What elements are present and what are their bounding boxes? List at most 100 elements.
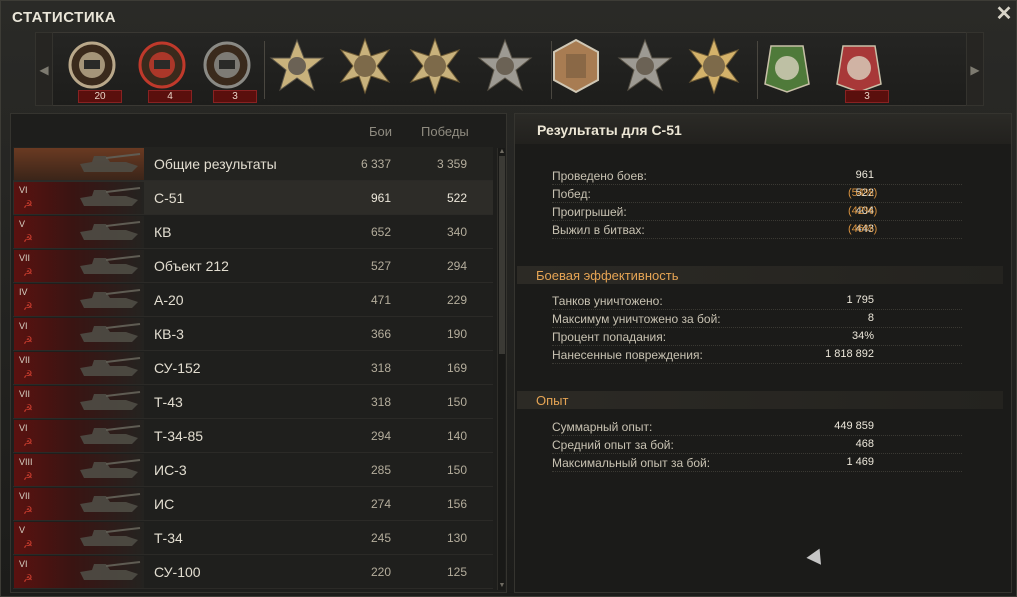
tier-label: VII xyxy=(19,253,31,263)
vehicle-name: КВ xyxy=(154,224,172,240)
battles-count: 318 xyxy=(370,361,391,375)
vehicle-row[interactable]: VII ☭ СУ-152 318 169 xyxy=(13,351,493,385)
vehicle-name: ИС xyxy=(154,496,175,512)
stat-label: Проведено боев: xyxy=(552,169,647,183)
banner-medal-icon[interactable]: 4 xyxy=(132,35,192,103)
vehicle-row[interactable]: VI ☭ КВ-3 366 190 xyxy=(13,317,493,351)
medal-group-divider xyxy=(757,41,758,99)
stat-row: Максимальный опыт за бой: 1 469 xyxy=(552,454,962,472)
vehicle-name: Общие результаты xyxy=(154,156,277,172)
stat-value: 34% xyxy=(851,330,874,342)
vehicle-row[interactable]: V ☭ Т-34 245 130 xyxy=(13,521,493,555)
tank-thumbnail-icon: VII ☭ xyxy=(14,488,144,520)
ussr-nation-icon: ☭ xyxy=(23,403,33,415)
battles-count: 285 xyxy=(370,463,391,477)
wins-count: 140 xyxy=(446,429,467,443)
vehicle-row[interactable]: VI ☭ Т-34-85 294 140 xyxy=(13,419,493,453)
vehicles-list: Общие результаты 6 337 3 359 VI ☭ С-51 961 522 V… xyxy=(13,147,493,592)
vehicle-row[interactable]: VII ☭ Объект 212 527 294 xyxy=(13,249,493,283)
stat-label: Максимум уничтожено за бой: xyxy=(552,312,721,326)
scroll-up-icon[interactable]: ▲ xyxy=(498,148,506,156)
tank-thumbnail-icon: VII ☭ xyxy=(14,250,144,282)
ussr-nation-icon: ☭ xyxy=(23,437,33,449)
vehicle-row[interactable]: IV ☭ А-20 471 229 xyxy=(13,283,493,317)
stat-percent: (42%) xyxy=(848,205,878,217)
tier-label: V xyxy=(19,219,26,229)
silver-star-medal-icon[interactable] xyxy=(475,35,535,103)
vehicle-name: Объект 212 xyxy=(154,258,229,274)
battles-count: 6 337 xyxy=(360,157,391,171)
gold-star-portrait-medal-icon[interactable] xyxy=(684,35,744,103)
ussr-nation-icon: ☭ xyxy=(23,505,33,517)
stat-row: Нанесенные повреждения: 1 818 892 xyxy=(552,346,962,364)
scrollbar-thumb[interactable] xyxy=(499,156,505,354)
tier-label: VI xyxy=(19,185,28,195)
tank-ace-medal-icon[interactable]: 20 xyxy=(62,35,122,103)
stat-row: Проведено боев: 961 xyxy=(552,167,962,185)
red-ribbon-medal-icon[interactable]: 3 xyxy=(829,35,889,103)
statistics-window: СТАТИСТИКА ✕ 20 4 3 3 ◀ ▶ Бои Победы Общ… xyxy=(0,0,1017,597)
vehicle-row[interactable]: VIII ☭ ИС-3 285 150 xyxy=(13,453,493,487)
stat-label: Суммарный опыт: xyxy=(552,420,653,434)
wins-count: 522 xyxy=(446,191,467,205)
tank-thumbnail-icon: IV ☭ xyxy=(14,284,144,316)
cross-portrait-medal-2-icon[interactable] xyxy=(405,35,465,103)
vehicle-name: Т-43 xyxy=(154,394,183,410)
stat-label: Побед: xyxy=(552,187,591,201)
scroll-right-arrow-icon[interactable]: ▶ xyxy=(966,32,984,106)
battles-count: 471 xyxy=(370,293,391,307)
stat-value: 8 xyxy=(867,312,874,324)
stat-label: Выжил в битвах: xyxy=(552,223,645,237)
tank-thumbnail-icon: VI ☭ xyxy=(14,182,144,214)
scroll-left-arrow-icon[interactable]: ◀ xyxy=(35,32,53,106)
battles-count: 245 xyxy=(370,531,391,545)
vehicle-name: СУ-152 xyxy=(154,360,201,376)
star-portrait-medal-icon[interactable] xyxy=(267,35,327,103)
ussr-nation-icon: ☭ xyxy=(23,267,33,279)
vehicle-name: С-51 xyxy=(154,190,185,206)
green-ribbon-medal-icon[interactable] xyxy=(757,35,817,103)
vehicle-row[interactable]: VII ☭ Т-43 318 150 xyxy=(13,385,493,419)
vehicle-row[interactable]: VI ☭ СУ-100 220 125 xyxy=(13,555,493,589)
vehicle-row[interactable]: V ☭ КВ 652 340 xyxy=(13,215,493,249)
stat-label: Процент попадания: xyxy=(552,330,667,344)
stat-percent: (46%) xyxy=(848,223,878,235)
medal-group-divider xyxy=(551,41,552,99)
scroll-down-icon[interactable]: ▼ xyxy=(498,582,506,590)
stat-row: Проигрышей: 404 (42%) xyxy=(552,203,962,221)
stat-row: Суммарный опыт: 449 859 xyxy=(552,418,962,436)
vehicle-name: КВ-3 xyxy=(154,326,184,342)
vehicle-name: Т-34 xyxy=(154,530,183,546)
ussr-nation-icon: ☭ xyxy=(23,233,33,245)
battles-count: 366 xyxy=(370,327,391,341)
tier-label: IV xyxy=(19,287,28,297)
vehicle-row[interactable]: VII ☭ ИС 274 156 xyxy=(13,487,493,521)
tier-label: VIII xyxy=(19,457,33,467)
total-results-row[interactable]: Общие результаты 6 337 3 359 xyxy=(13,147,493,181)
ussr-nation-icon: ☭ xyxy=(23,369,33,381)
tank-thumbnail-icon: V ☭ xyxy=(14,522,144,554)
tank-thumbnail-icon: V ☭ xyxy=(14,216,144,248)
vehicles-scrollbar[interactable]: ▲ ▼ xyxy=(497,148,505,590)
tank-wreath-medal-icon[interactable]: 3 xyxy=(197,35,257,103)
window-title: СТАТИСТИКА xyxy=(12,9,117,26)
vehicle-name: СУ-100 xyxy=(154,564,201,580)
ussr-nation-icon: ☭ xyxy=(23,301,33,313)
battles-count: 318 xyxy=(370,395,391,409)
hexagon-portrait-medal-icon[interactable] xyxy=(546,35,606,103)
results-title: Результаты для С-51 xyxy=(537,122,682,138)
wins-count: 156 xyxy=(446,497,467,511)
vehicle-row[interactable]: VI ☭ С-51 961 522 xyxy=(13,181,493,215)
vehicles-panel: Бои Победы Общие результаты 6 337 3 359 VI ☭… xyxy=(10,113,507,593)
column-header-battles[interactable]: Бои xyxy=(369,124,392,139)
tank-thumbnail-icon: VI ☭ xyxy=(14,420,144,452)
vehicle-name: А-20 xyxy=(154,292,184,308)
tier-label: VI xyxy=(19,321,28,331)
close-icon[interactable]: ✕ xyxy=(994,4,1014,24)
stat-value: 1 469 xyxy=(846,456,874,468)
column-header-wins[interactable]: Победы xyxy=(421,124,469,139)
tier-label: VI xyxy=(19,559,28,569)
silver-star-portrait-medal-icon[interactable] xyxy=(615,35,675,103)
cross-portrait-medal-icon[interactable] xyxy=(335,35,395,103)
battles-count: 274 xyxy=(370,497,391,511)
